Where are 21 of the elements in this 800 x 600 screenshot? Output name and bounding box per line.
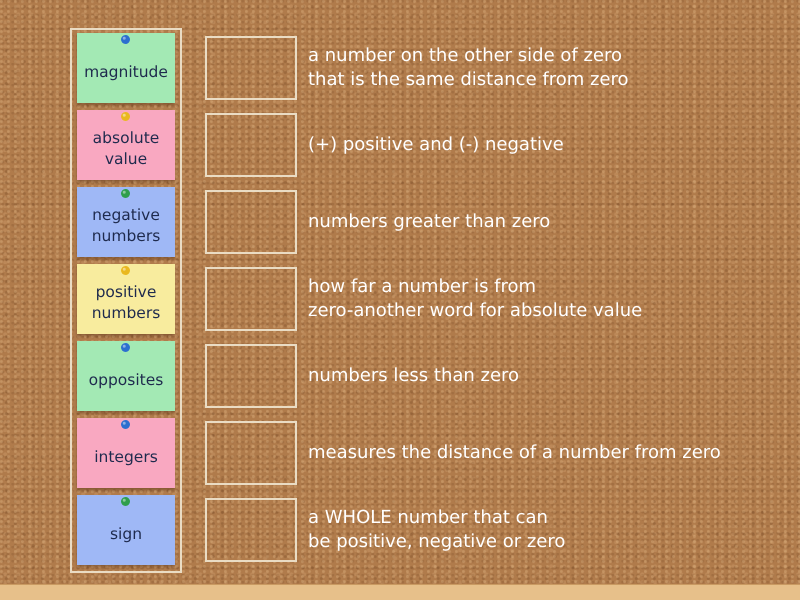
word-card[interactable]: positive numbers: [77, 264, 175, 334]
definition-text: numbers less than zero: [308, 364, 520, 388]
definition-text: a WHOLE number that can be positive, negative or zero: [308, 506, 566, 554]
word-card[interactable]: absolute value: [77, 110, 175, 180]
answer-box[interactable]: [205, 421, 297, 485]
answer-box[interactable]: [205, 36, 297, 100]
answer-box[interactable]: [205, 344, 297, 408]
answer-box[interactable]: [205, 498, 297, 562]
answer-box[interactable]: [205, 113, 297, 177]
word-card[interactable]: opposites: [77, 341, 175, 411]
word-card[interactable]: magnitude: [77, 33, 175, 103]
answer-box[interactable]: [205, 267, 297, 331]
definition-text: how far a number is from zero-another word for absolute value: [308, 275, 642, 323]
definition-text: numbers greater than zero: [308, 210, 550, 234]
definition-text: measures the distance of a number from zero: [308, 441, 721, 465]
word-card[interactable]: integers: [77, 418, 175, 488]
word-card[interactable]: sign: [77, 495, 175, 565]
answer-box[interactable]: [205, 190, 297, 254]
definition-text: (+) positive and (-) negative: [308, 133, 564, 157]
definition-text: a number on the other side of zero that is the same distance from zero: [308, 44, 629, 92]
word-card[interactable]: negative numbers: [77, 187, 175, 257]
